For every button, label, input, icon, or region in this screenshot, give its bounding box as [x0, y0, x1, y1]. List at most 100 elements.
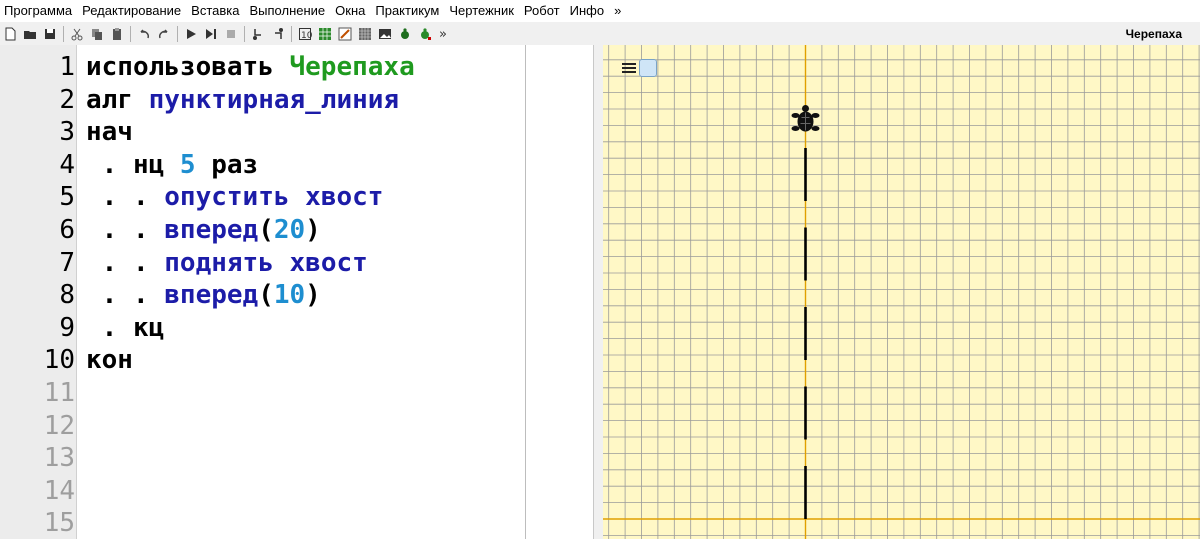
line-number: 6: [59, 215, 75, 245]
turtle-panel-header: Черепаха: [603, 23, 1200, 45]
code-token: (: [258, 280, 274, 311]
code-token: вперед: [164, 280, 259, 311]
menu-item-4[interactable]: Окна: [330, 0, 370, 22]
code-token: поднять хвост: [164, 247, 368, 278]
code-text: . . вперед(20): [86, 214, 321, 246]
svg-text:10: 10: [301, 31, 312, 41]
menu-item-2[interactable]: Вставка: [186, 0, 244, 22]
code-text: . нц 5 раз: [86, 149, 259, 181]
code-line[interactable]: 12: [0, 410, 525, 442]
redo-icon[interactable]: [156, 26, 172, 42]
code-text: использовать Черепаха: [86, 51, 415, 83]
line-number: 13: [43, 443, 75, 474]
menu-item-8[interactable]: Инфо: [565, 0, 609, 22]
code-line[interactable]: 1 использовать Черепаха: [0, 51, 525, 83]
step-into-icon[interactable]: [250, 26, 266, 42]
open-folder-icon[interactable]: [22, 26, 38, 42]
counter-icon[interactable]: 10: [297, 26, 313, 42]
draw-icon[interactable]: [337, 26, 353, 42]
code-token: . .: [86, 182, 165, 213]
toolbar-separator: [244, 26, 245, 42]
menu-item-0[interactable]: Программа: [0, 0, 77, 22]
code-text: . . опустить хвост: [86, 181, 384, 213]
grid-icon[interactable]: [317, 26, 333, 42]
code-line[interactable]: 11: [0, 377, 525, 409]
turtle-icon[interactable]: [397, 26, 413, 42]
line-number: 5: [59, 182, 75, 213]
menu-item-9[interactable]: »: [609, 0, 626, 22]
image-icon[interactable]: [377, 26, 393, 42]
code-line[interactable]: 8 . . вперед(10): [0, 279, 525, 311]
panel-splitter[interactable]: [594, 45, 603, 539]
code-token: . нц: [86, 149, 180, 180]
code-line[interactable]: 9 . кц: [0, 312, 525, 344]
code-text: алг пунктирная_линия: [86, 84, 399, 116]
code-text: . . поднять хвост: [86, 247, 368, 279]
line-number: 1: [59, 52, 75, 82]
code-token: 5: [179, 149, 196, 180]
code-line[interactable]: 14: [0, 475, 525, 507]
menu-item-1[interactable]: Редактирование: [77, 0, 186, 22]
turtle-canvas[interactable]: [603, 45, 1200, 539]
code-line[interactable]: 6 . . вперед(20): [0, 214, 525, 246]
code-text: . . вперед(10): [86, 279, 321, 311]
code-line[interactable]: 7 . . поднять хвост: [0, 247, 525, 279]
code-line[interactable]: 13: [0, 442, 525, 474]
code-token: ): [305, 280, 321, 311]
stop-icon[interactable]: [223, 26, 239, 42]
turtle-field: [603, 45, 1200, 539]
robot-map-icon[interactable]: [357, 26, 373, 42]
hamburger-icon: [622, 63, 636, 73]
line-number: 9: [59, 312, 75, 343]
toolbar-overflow-button[interactable]: »: [439, 27, 447, 42]
copy-icon[interactable]: [89, 26, 105, 42]
toolbar-separator: [63, 26, 64, 42]
code-token: раз: [195, 149, 259, 180]
code-editor[interactable]: 1 использовать Черепаха 2 алг пунктирная_ли…: [0, 45, 526, 539]
code-line[interactable]: 2 алг пунктирная_линия: [0, 84, 525, 116]
side-panel: [526, 45, 594, 539]
menu-item-6[interactable]: Чертежник: [444, 0, 519, 22]
line-number: 3: [59, 117, 75, 148]
step-out-icon[interactable]: [270, 26, 286, 42]
code-line[interactable]: 5 . . опустить хвост: [0, 181, 525, 213]
code-token: алг: [86, 84, 149, 115]
code-line[interactable]: 15: [0, 507, 525, 539]
code-token: использовать: [86, 52, 290, 82]
menu-item-5[interactable]: Практикум: [370, 0, 444, 22]
line-number: 11: [43, 378, 75, 408]
menu-item-3[interactable]: Выполнение: [244, 0, 330, 22]
code-token: пунктирная_линия: [148, 84, 400, 115]
turtle-field-icon[interactable]: [417, 26, 433, 42]
code-line[interactable]: 4 . нц 5 раз: [0, 149, 525, 181]
new-file-icon[interactable]: [2, 26, 18, 42]
line-number: 15: [43, 508, 75, 539]
code-token: ): [305, 215, 321, 245]
canvas-settings-button[interactable]: [639, 59, 657, 77]
code-token: опустить хвост: [164, 182, 384, 213]
cut-icon[interactable]: [69, 26, 85, 42]
code-token: . .: [86, 215, 165, 245]
paste-icon[interactable]: [109, 26, 125, 42]
code-text: . кц: [86, 312, 165, 344]
line-number: 8: [59, 280, 75, 311]
toolbar-separator: [291, 26, 292, 42]
menu-item-7[interactable]: Робот: [519, 0, 565, 22]
run-step-icon[interactable]: [203, 26, 219, 42]
line-number: 14: [43, 475, 75, 506]
code-token: . .: [86, 247, 165, 278]
undo-icon[interactable]: [136, 26, 152, 42]
code-line[interactable]: 10 кон: [0, 344, 525, 376]
canvas-menu-button[interactable]: [622, 59, 662, 77]
menu-bar: Программа Редактирование Вставка Выполнение…: [0, 0, 1200, 22]
line-number: 7: [59, 247, 75, 278]
toolbar-separator: [130, 26, 131, 42]
run-icon[interactable]: [183, 26, 199, 42]
line-number: 10: [43, 345, 75, 376]
save-icon[interactable]: [42, 26, 58, 42]
code-text: нач: [86, 116, 133, 148]
code-token: вперед: [164, 215, 259, 245]
code-line[interactable]: 3 нач: [0, 116, 525, 148]
code-token: (: [258, 215, 274, 245]
code-token: 20: [273, 215, 306, 245]
